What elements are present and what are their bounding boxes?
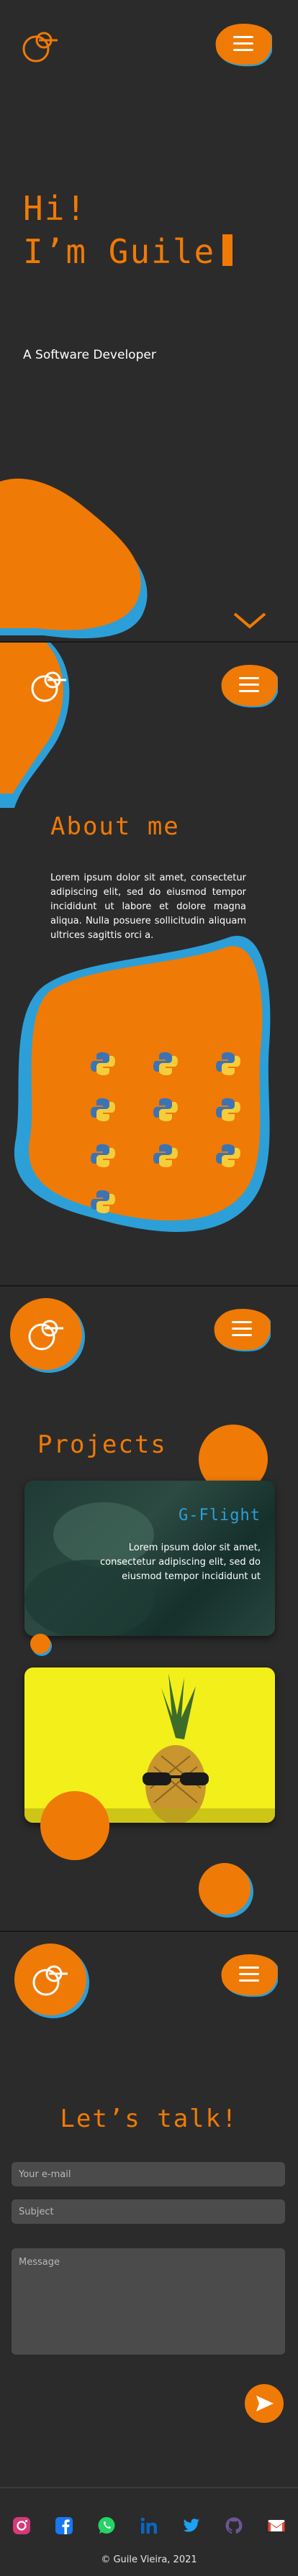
hero-section: Hi! I’m Guile A Software Developer <box>0 0 298 641</box>
hero-name: I’m Guile <box>23 232 216 271</box>
send-button[interactable] <box>245 2384 284 2423</box>
python-icon <box>72 1051 135 1077</box>
python-icon <box>197 1051 259 1077</box>
decor-circle <box>199 1863 253 1918</box>
menu-button[interactable] <box>213 1307 271 1353</box>
about-section: About me Lorem ipsum dolor sit amet, con… <box>0 643 298 1285</box>
hero-blob-shape <box>0 478 148 639</box>
projects-section: Projects G-Flight Lorem ipsum dolor sit … <box>0 1287 298 1931</box>
decor-small-circle <box>30 1634 52 1656</box>
python-icon <box>197 1143 259 1169</box>
guile-logo-icon[interactable] <box>30 1958 72 2000</box>
chevron-down-icon[interactable] <box>232 611 268 630</box>
menu-button[interactable] <box>220 663 278 709</box>
python-icon <box>135 1143 197 1169</box>
about-title: About me <box>50 812 180 841</box>
python-icon <box>135 1097 197 1123</box>
python-icon <box>72 1143 135 1169</box>
guile-logo-icon[interactable] <box>20 24 62 66</box>
gmail-icon[interactable] <box>266 2516 286 2536</box>
python-icon <box>72 1097 135 1123</box>
python-icon <box>72 1189 135 1215</box>
send-arrow-icon <box>256 2396 274 2411</box>
footer-divider <box>0 2487 298 2488</box>
pineapple-sunglasses-image <box>143 1673 209 1823</box>
copyright-text: © Guile Vieira, 2021 <box>101 2554 197 2565</box>
projects-title: Projects <box>37 1430 167 1459</box>
twitter-icon[interactable] <box>181 2516 202 2536</box>
decor-circle <box>40 1791 109 1860</box>
email-field[interactable] <box>12 2162 285 2186</box>
whatsapp-icon[interactable] <box>96 2516 117 2536</box>
hamburger-menu-icon <box>233 36 253 52</box>
facebook-icon[interactable] <box>54 2516 74 2536</box>
hamburger-menu-icon <box>232 1321 252 1337</box>
guile-logo-icon[interactable] <box>26 1312 68 1354</box>
social-icons <box>12 2516 286 2536</box>
footer: © Guile Vieira, 2021 <box>0 2487 298 2576</box>
menu-button[interactable] <box>220 1952 278 1998</box>
hero-subtitle: A Software Developer <box>23 348 156 362</box>
hero-greeting: Hi! <box>23 189 88 228</box>
skills-grid <box>72 1051 259 1215</box>
text-cursor <box>222 234 233 266</box>
guile-logo-icon[interactable] <box>29 664 71 706</box>
hero-heading: Hi! I’m Guile <box>23 187 233 273</box>
subject-field[interactable] <box>12 2199 285 2224</box>
hamburger-menu-icon <box>239 677 259 693</box>
github-icon[interactable] <box>224 2516 244 2536</box>
linkedin-icon[interactable] <box>139 2516 159 2536</box>
message-field[interactable] <box>12 2248 285 2355</box>
hamburger-menu-icon <box>239 1966 259 1982</box>
instagram-icon[interactable] <box>12 2516 32 2536</box>
python-icon <box>197 1097 259 1123</box>
project-title: G-Flight <box>179 1506 261 1524</box>
project-description: Lorem ipsum dolor sit amet, consectetur … <box>100 1542 261 1582</box>
python-icon <box>135 1051 197 1077</box>
project-card-gflight[interactable]: G-Flight Lorem ipsum dolor sit amet, con… <box>24 1481 275 1636</box>
contact-title: Let’s talk! <box>60 2104 238 2133</box>
menu-button[interactable] <box>215 22 272 68</box>
